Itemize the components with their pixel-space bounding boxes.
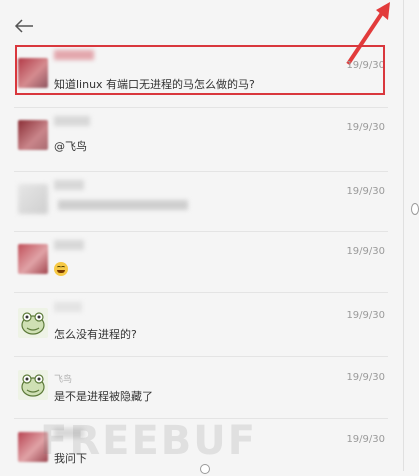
message-emoji bbox=[54, 262, 68, 276]
laughing-emoji-icon bbox=[54, 262, 68, 276]
frog-avatar-icon bbox=[18, 308, 48, 338]
timestamp: 19/9/30 bbox=[346, 310, 385, 321]
message-item[interactable]: 飞鸟 19/9/30 是不是进程被隐藏了 bbox=[14, 358, 403, 414]
frog-avatar-icon bbox=[18, 370, 48, 400]
divider bbox=[14, 292, 388, 293]
message-item[interactable]: 19/9/30 bbox=[14, 232, 403, 288]
sender-name: 飞鸟 bbox=[54, 375, 73, 385]
highlight-box bbox=[15, 45, 385, 95]
timestamp: 19/9/30 bbox=[346, 122, 385, 133]
message-redacted bbox=[58, 200, 188, 210]
message-text: 怎么没有进程的? bbox=[54, 328, 137, 341]
resize-handle[interactable] bbox=[411, 203, 419, 215]
resize-handle[interactable] bbox=[200, 464, 210, 474]
panel-divider bbox=[403, 0, 404, 471]
avatar bbox=[18, 120, 48, 150]
divider bbox=[14, 418, 388, 419]
message-item[interactable]: 19/9/30 怎么没有进程的? bbox=[14, 296, 403, 352]
timestamp: 19/9/30 bbox=[346, 372, 385, 383]
message-item[interactable]: 19/9/30 @飞鸟 bbox=[14, 108, 403, 164]
divider bbox=[14, 356, 388, 357]
message-text: @飞鸟 bbox=[54, 140, 87, 153]
timestamp: 19/9/30 bbox=[346, 186, 385, 197]
name-redacted bbox=[54, 428, 84, 438]
message-item[interactable]: 19/9/30 bbox=[14, 172, 403, 228]
arrow-left-icon[interactable] bbox=[14, 18, 34, 34]
timestamp: 19/9/30 bbox=[346, 434, 385, 445]
avatar bbox=[18, 244, 48, 274]
avatar bbox=[18, 432, 48, 462]
name-redacted bbox=[54, 180, 84, 190]
message-text: 我问下 bbox=[54, 452, 87, 465]
message-text: 是不是进程被隐藏了 bbox=[54, 390, 153, 403]
timestamp: 19/9/30 bbox=[346, 246, 385, 257]
avatar bbox=[18, 184, 48, 214]
name-redacted bbox=[54, 240, 84, 250]
name-redacted bbox=[54, 302, 82, 312]
name-redacted bbox=[54, 116, 90, 126]
